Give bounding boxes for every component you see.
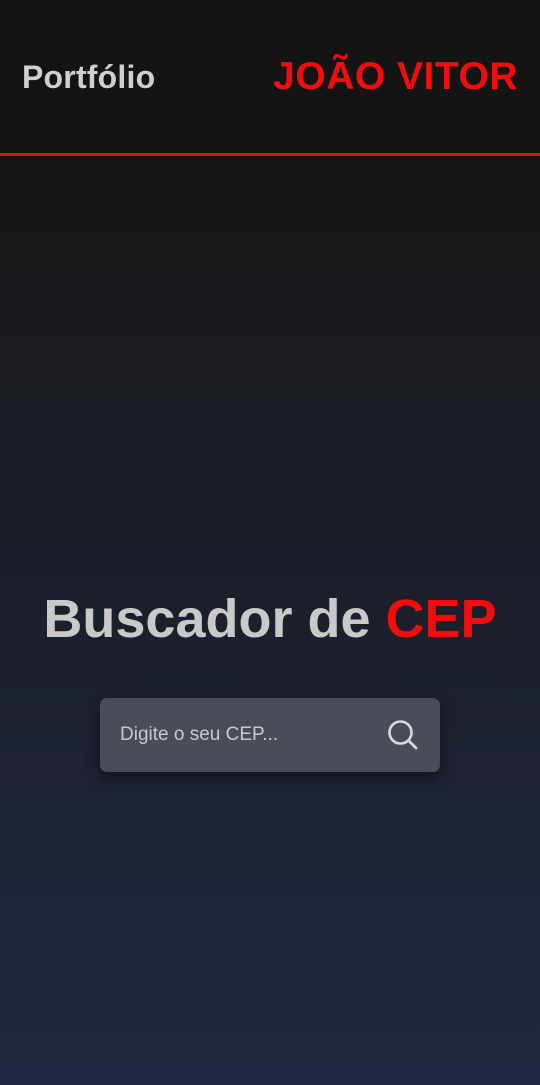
portfolio-link[interactable]: Portfólio (22, 58, 155, 96)
cep-input[interactable] (120, 718, 370, 752)
owner-name: JOÃO VITOR (273, 55, 518, 98)
page-title: Buscador de CEP (0, 588, 540, 650)
search-icon (388, 720, 418, 750)
page-title-main: Buscador de (43, 589, 386, 649)
top-header: Portfólio JOÃO VITOR (0, 0, 540, 156)
search-button[interactable] (386, 718, 420, 752)
cep-search-box (100, 698, 440, 772)
page-title-accent: CEP (385, 589, 497, 649)
